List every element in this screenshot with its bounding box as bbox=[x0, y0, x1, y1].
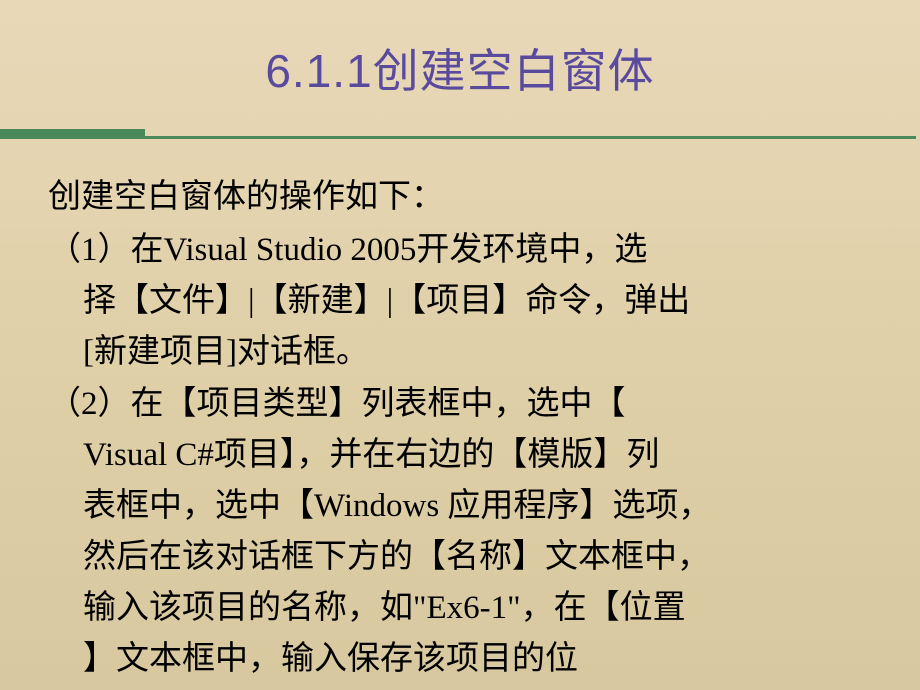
step-2-line-2: Visual C#项目】，并在右边的【模版】列 bbox=[48, 430, 880, 481]
step-2-line-4: 然后在该对话框下方的【名称】文本框中， bbox=[48, 532, 880, 583]
step-2-line-1: （2）在【项目类型】列表框中，选中【 bbox=[48, 379, 880, 430]
presentation-slide: 6.1.1创建空白窗体 创建空白窗体的操作如下： （1）在Visual Stud… bbox=[0, 0, 920, 690]
step-1-line-2: 择【文件】|【新建】|【项目】命令，弹出 bbox=[48, 276, 880, 327]
title-container: 6.1.1创建空白窗体 bbox=[0, 0, 920, 121]
step-2-line-6: 】文本框中，输入保存该项目的位 bbox=[48, 634, 880, 685]
step-2-line-3: 表框中，选中【Windows 应用程序】选项， bbox=[48, 481, 880, 532]
divider-line bbox=[141, 136, 916, 139]
slide-content: 创建空白窗体的操作如下： （1）在Visual Studio 2005开发环境中… bbox=[0, 172, 920, 685]
step-1-line-1: （1）在Visual Studio 2005开发环境中，选 bbox=[48, 225, 880, 276]
slide-title: 6.1.1创建空白窗体 bbox=[0, 35, 920, 101]
step-1-line-3: [新建项目]对话框。 bbox=[48, 327, 880, 378]
title-divider bbox=[0, 129, 920, 147]
step-2-line-5: 输入该项目的名称，如"Ex6-1"，在【位置 bbox=[48, 583, 880, 634]
intro-text: 创建空白窗体的操作如下： bbox=[48, 172, 880, 223]
divider-block bbox=[0, 129, 145, 139]
